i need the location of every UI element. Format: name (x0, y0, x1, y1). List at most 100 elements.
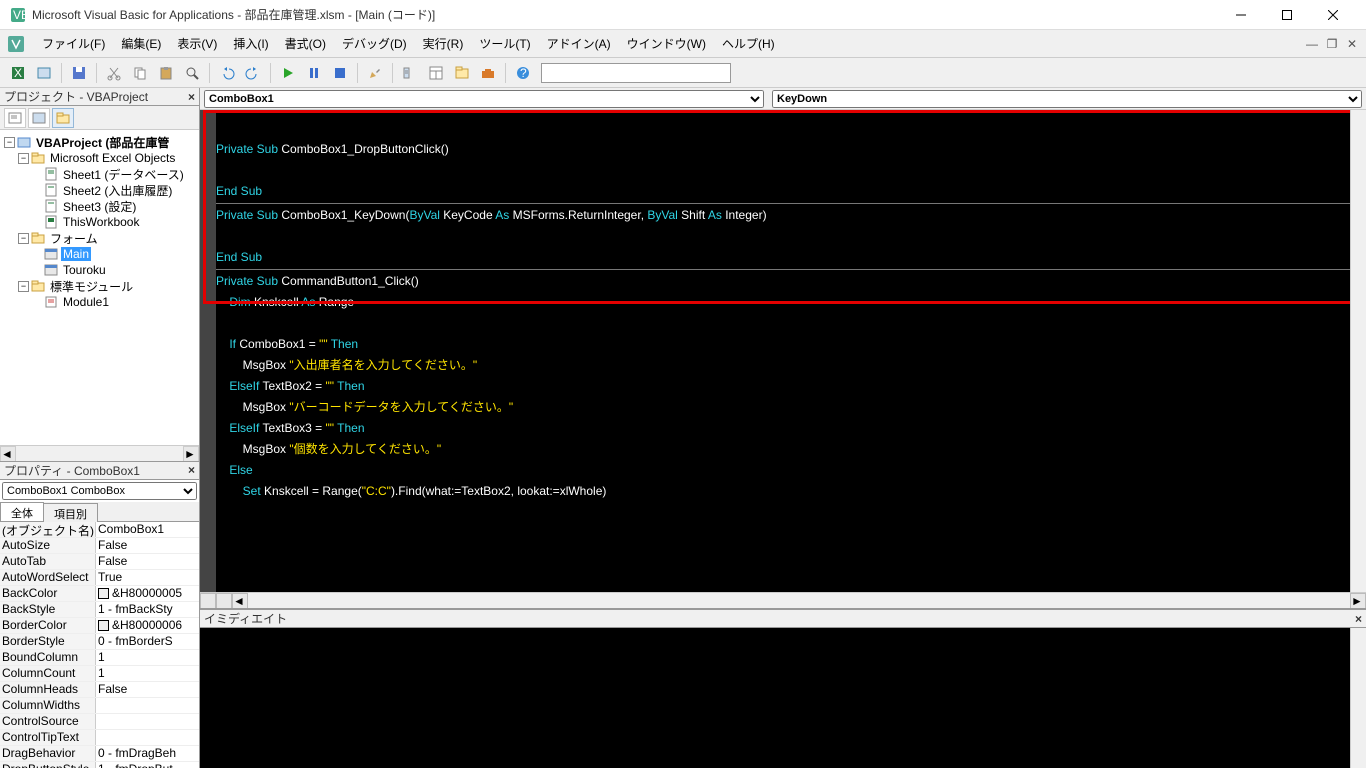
property-value[interactable]: False (96, 682, 199, 697)
tree-form-main[interactable]: Main (61, 247, 91, 261)
insert-userform-button[interactable] (32, 61, 56, 85)
properties-window-button[interactable] (424, 61, 448, 85)
view-excel-button[interactable]: X (6, 61, 30, 85)
menu-debug[interactable]: デバッグ(D) (334, 31, 415, 56)
paste-button[interactable] (154, 61, 178, 85)
code-editor[interactable]: Private Sub ComboBox1_DropButtonClick() … (200, 110, 1366, 608)
properties-object-select[interactable]: ComboBox1 ComboBox (2, 482, 197, 500)
property-row[interactable]: BackColor&H80000005 (0, 586, 199, 602)
property-value[interactable] (96, 698, 199, 713)
collapse-icon[interactable]: − (4, 137, 15, 148)
property-value[interactable]: False (96, 554, 199, 569)
property-value[interactable] (96, 714, 199, 729)
property-value[interactable] (96, 730, 199, 745)
property-row[interactable]: ColumnWidths (0, 698, 199, 714)
property-row[interactable]: AutoSizeFalse (0, 538, 199, 554)
help-button[interactable]: ? (511, 61, 535, 85)
scroll-left-button[interactable]: ◄ (232, 593, 248, 608)
collapse-icon[interactable]: − (18, 233, 29, 244)
close-button[interactable] (1310, 0, 1356, 30)
menu-help[interactable]: ヘルプ(H) (714, 31, 783, 56)
reset-button[interactable] (328, 61, 352, 85)
property-row[interactable]: BoundColumn1 (0, 650, 199, 666)
menu-file[interactable]: ファイル(F) (34, 31, 113, 56)
property-row[interactable]: AutoTabFalse (0, 554, 199, 570)
menu-run[interactable]: 実行(R) (415, 31, 472, 56)
view-code-button[interactable] (4, 108, 26, 128)
scroll-right-button[interactable]: ► (1350, 593, 1366, 608)
immediate-close-button[interactable]: × (1355, 612, 1362, 626)
code-vscrollbar[interactable] (1350, 110, 1366, 592)
menu-insert[interactable]: 挿入(I) (225, 31, 276, 56)
run-button[interactable] (276, 61, 300, 85)
tree-sheet1[interactable]: Sheet1 (データベース) (61, 166, 186, 183)
mdi-close-button[interactable]: ✕ (1344, 36, 1360, 52)
toggle-folders-button[interactable] (52, 108, 74, 128)
save-button[interactable] (67, 61, 91, 85)
tree-folder-modules[interactable]: 標準モジュール (48, 278, 135, 295)
property-row[interactable]: ControlTipText (0, 730, 199, 746)
property-row[interactable]: BorderColor&H80000006 (0, 618, 199, 634)
procedure-combo-toolbar[interactable] (541, 63, 731, 83)
collapse-icon[interactable]: − (18, 281, 29, 292)
tree-folder-forms[interactable]: フォーム (48, 230, 100, 247)
procedure-dropdown[interactable]: KeyDown (772, 90, 1362, 108)
property-row[interactable]: BorderStyle0 - fmBorderS (0, 634, 199, 650)
cut-button[interactable] (102, 61, 126, 85)
properties-tab-categorized[interactable]: 項目別 (43, 503, 98, 522)
property-row[interactable]: ControlSource (0, 714, 199, 730)
property-row[interactable]: BackStyle1 - fmBackSty (0, 602, 199, 618)
undo-button[interactable] (215, 61, 239, 85)
immediate-vscrollbar[interactable] (1350, 628, 1366, 768)
property-value[interactable]: 0 - fmBorderS (96, 634, 199, 649)
copy-button[interactable] (128, 61, 152, 85)
design-mode-button[interactable] (363, 61, 387, 85)
property-value[interactable]: 0 - fmDragBeh (96, 746, 199, 761)
find-button[interactable] (180, 61, 204, 85)
property-value[interactable]: &H80000006 (96, 618, 199, 633)
property-row[interactable]: DropButtonStyle1 - fmDropBut (0, 762, 199, 768)
menu-view[interactable]: 表示(V) (169, 31, 225, 56)
procedure-view-button[interactable] (200, 593, 216, 608)
property-value[interactable]: ComboBox1 (96, 522, 199, 537)
property-row[interactable]: ColumnHeadsFalse (0, 682, 199, 698)
code-margin[interactable] (200, 110, 216, 592)
menu-addins[interactable]: アドイン(A) (539, 31, 619, 56)
properties-pane-close-button[interactable]: × (188, 463, 195, 477)
properties-grid[interactable]: (オブジェクト名)ComboBox1AutoSizeFalseAutoTabFa… (0, 522, 199, 768)
property-value[interactable]: &H80000005 (96, 586, 199, 601)
mdi-restore-button[interactable]: ❐ (1324, 36, 1340, 52)
minimize-button[interactable] (1218, 0, 1264, 30)
menu-tools[interactable]: ツール(T) (471, 31, 538, 56)
property-row[interactable]: AutoWordSelectTrue (0, 570, 199, 586)
property-row[interactable]: ColumnCount1 (0, 666, 199, 682)
project-pane-close-button[interactable]: × (188, 90, 195, 104)
menu-format[interactable]: 書式(O) (277, 31, 334, 56)
object-browser-button[interactable] (450, 61, 474, 85)
property-value[interactable]: 1 - fmDropBut (96, 762, 199, 768)
property-row[interactable]: (オブジェクト名)ComboBox1 (0, 522, 199, 538)
menu-edit[interactable]: 編集(E) (113, 31, 169, 56)
property-row[interactable]: DragBehavior0 - fmDragBeh (0, 746, 199, 762)
project-explorer-button[interactable] (398, 61, 422, 85)
tree-project[interactable]: VBAProject (部品在庫管 (34, 134, 171, 151)
tree-folder-excel-objects[interactable]: Microsoft Excel Objects (48, 151, 177, 165)
object-dropdown[interactable]: ComboBox1 (204, 90, 764, 108)
mdi-minimize-button[interactable]: — (1304, 36, 1320, 52)
collapse-icon[interactable]: − (18, 153, 29, 164)
tree-module1[interactable]: Module1 (61, 295, 111, 309)
properties-tab-all[interactable]: 全体 (0, 502, 44, 521)
menu-window[interactable]: ウインドウ(W) (619, 31, 714, 56)
property-value[interactable]: 1 (96, 666, 199, 681)
full-module-view-button[interactable] (216, 593, 232, 608)
break-button[interactable] (302, 61, 326, 85)
redo-button[interactable] (241, 61, 265, 85)
immediate-body[interactable] (200, 628, 1366, 768)
toolbox-button[interactable] (476, 61, 500, 85)
property-value[interactable]: False (96, 538, 199, 553)
code-hscrollbar[interactable]: ◄ ► (200, 592, 1366, 608)
tree-thisworkbook[interactable]: ThisWorkbook (61, 215, 141, 229)
tree-form-touroku[interactable]: Touroku (61, 263, 108, 277)
property-value[interactable]: 1 - fmBackSty (96, 602, 199, 617)
property-value[interactable]: True (96, 570, 199, 585)
